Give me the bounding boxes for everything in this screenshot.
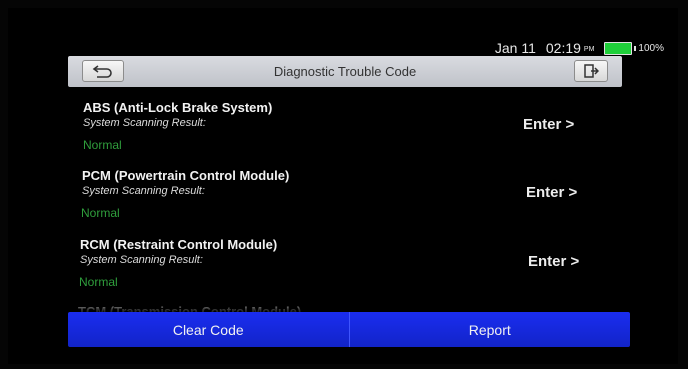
- title-bar: Diagnostic Trouble Code: [68, 56, 622, 87]
- scan-result-label: System Scanning Result:: [80, 254, 203, 266]
- status-ampm: PM: [583, 45, 595, 53]
- back-arrow-icon: [92, 65, 112, 78]
- module-name: PCM (Powertrain Control Module): [82, 168, 290, 183]
- status-date: Jan 11: [494, 40, 536, 56]
- enter-button[interactable]: Enter >: [526, 184, 577, 201]
- battery-indicator: 100%: [604, 41, 664, 55]
- status-time: 02:19: [545, 40, 581, 56]
- device-frame: Jan 11 02:19 PM 100% Diagnostic Trouble C…: [0, 0, 688, 369]
- scan-result-value: Normal: [81, 206, 120, 220]
- scan-result-value: Normal: [83, 138, 122, 152]
- list-item[interactable]: ABS (Anti-Lock Brake System) System Scan…: [8, 100, 678, 166]
- scan-result-value: Normal: [79, 275, 118, 289]
- clear-code-button[interactable]: Clear Code: [68, 312, 349, 347]
- battery-percent: 100%: [638, 42, 664, 54]
- module-name: RCM (Restraint Control Module): [80, 237, 278, 252]
- exit-icon: [584, 64, 599, 78]
- bottom-action-bar: Clear Code Report: [68, 312, 630, 347]
- exit-button[interactable]: [574, 60, 608, 82]
- enter-button[interactable]: Enter >: [528, 253, 579, 270]
- battery-icon: [604, 41, 633, 55]
- page-title: Diagnostic Trouble Code: [273, 64, 417, 79]
- list-item[interactable]: PCM (Powertrain Control Module) System S…: [8, 168, 678, 234]
- enter-button[interactable]: Enter >: [523, 116, 574, 133]
- module-name: ABS (Anti-Lock Brake System): [83, 100, 273, 115]
- screen: Jan 11 02:19 PM 100% Diagnostic Trouble C…: [8, 8, 678, 364]
- scan-result-label: System Scanning Result:: [83, 117, 206, 129]
- back-button[interactable]: [82, 60, 124, 82]
- report-button[interactable]: Report: [350, 312, 631, 347]
- battery-tip: [634, 45, 637, 51]
- scan-result-label: System Scanning Result:: [82, 185, 205, 197]
- list-item[interactable]: RCM (Restraint Control Module) System Sc…: [8, 237, 678, 303]
- status-clock: 02:19 PM: [546, 40, 595, 56]
- status-bar: Jan 11 02:19 PM 100%: [495, 40, 664, 56]
